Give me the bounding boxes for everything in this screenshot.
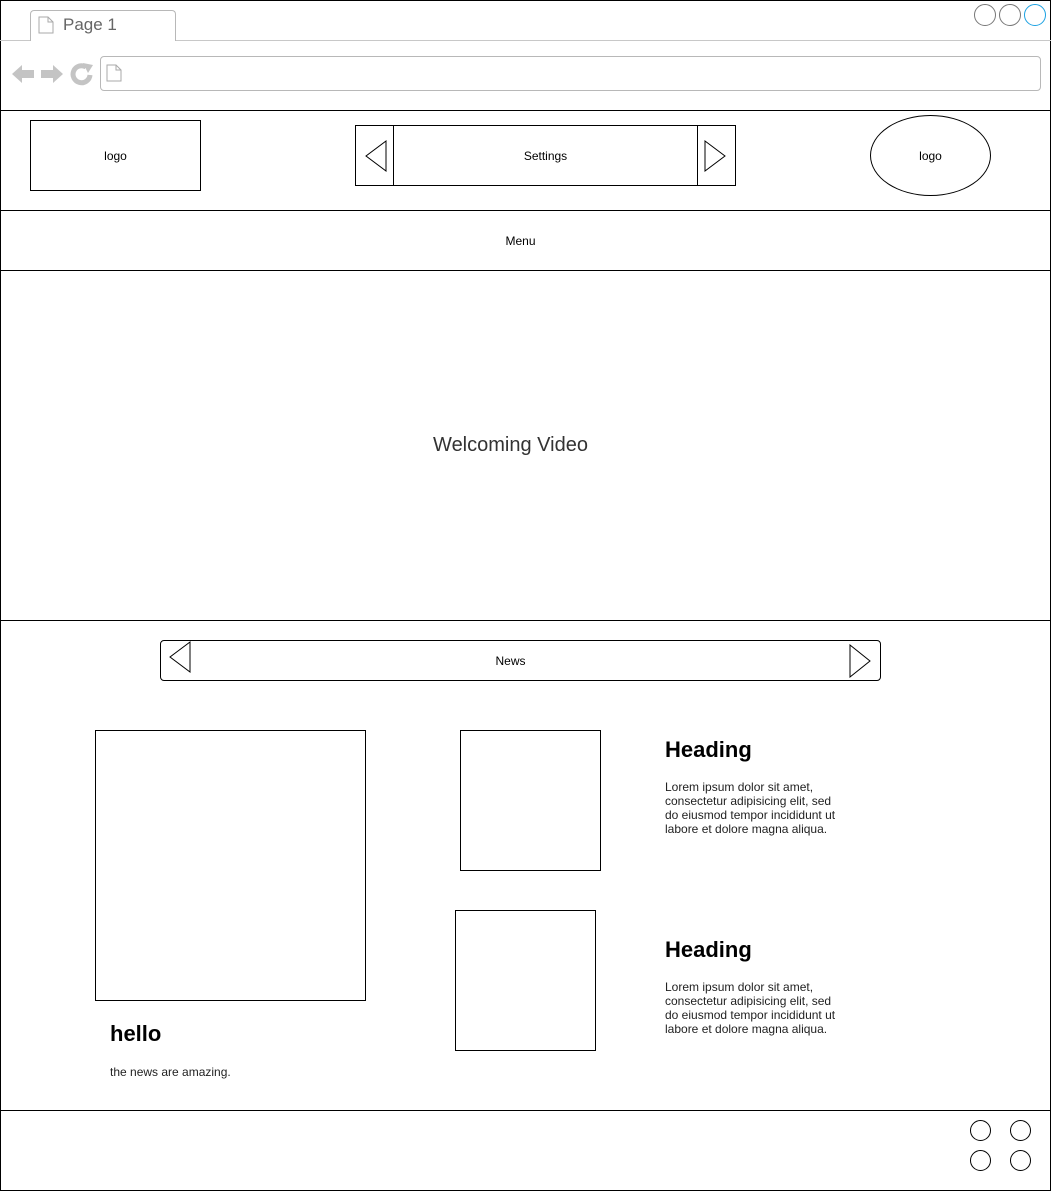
news-item-body: Lorem ipsum dolor sit amet, consectetur … — [665, 780, 836, 836]
news-main-heading: hello — [110, 1021, 162, 1046]
news-label[interactable]: News — [160, 640, 861, 681]
tab-title: Page 1 — [63, 15, 117, 34]
logo-left[interactable]: logo — [30, 120, 201, 191]
footer-social-button[interactable] — [1010, 1120, 1031, 1141]
footer-divider — [0, 1110, 1051, 1111]
address-bar[interactable] — [100, 56, 1041, 91]
logo-right-label: logo — [919, 148, 942, 163]
window-button-circle-active[interactable] — [1024, 4, 1046, 26]
news-item-heading: Heading — [665, 737, 752, 762]
menu-label: Menu — [505, 234, 536, 248]
footer-social-button[interactable] — [970, 1120, 991, 1141]
news-item-image[interactable] — [460, 730, 601, 871]
triangle-left-icon[interactable] — [169, 641, 193, 673]
logo-right[interactable]: logo — [870, 115, 991, 196]
news-main-image[interactable] — [95, 730, 366, 1001]
reload-icon[interactable] — [70, 62, 94, 86]
news-main-text: the news are amazing. — [110, 1065, 231, 1079]
arrow-left-icon[interactable] — [11, 62, 35, 86]
arrow-right-icon[interactable] — [40, 62, 64, 86]
triangle-left-icon — [365, 140, 387, 172]
settings-label[interactable]: Settings — [394, 125, 697, 186]
window-button-circle[interactable] — [999, 4, 1021, 26]
page-icon — [38, 16, 54, 34]
welcome-video-label: Welcoming Video — [433, 434, 588, 456]
footer-social-button[interactable] — [1010, 1150, 1031, 1171]
page-icon — [106, 64, 122, 82]
logo-left-label: logo — [104, 148, 127, 163]
triangle-right-icon[interactable] — [848, 644, 872, 678]
video-divider — [0, 620, 1051, 621]
window-button-circle[interactable] — [974, 4, 996, 26]
news-item-body: Lorem ipsum dolor sit amet, consectetur … — [665, 980, 836, 1036]
news-item-heading: Heading — [665, 937, 752, 962]
settings-prev-button[interactable] — [355, 125, 394, 186]
settings-next-button[interactable] — [697, 125, 736, 186]
triangle-right-icon — [704, 140, 726, 172]
menu-bar[interactable]: Menu — [0, 211, 1051, 271]
chrome-divider — [0, 110, 1051, 111]
news-item-image[interactable] — [455, 910, 596, 1051]
footer-social-button[interactable] — [970, 1150, 991, 1171]
